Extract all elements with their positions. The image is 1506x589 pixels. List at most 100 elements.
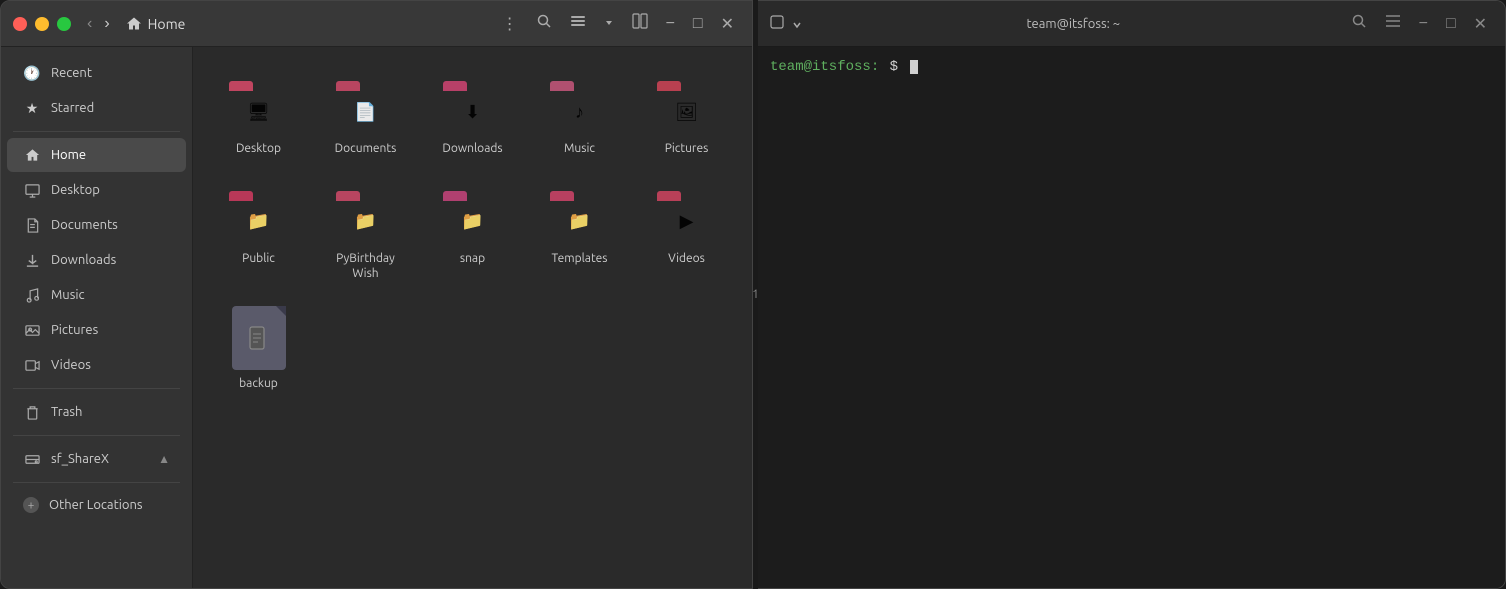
sidebar-item-recent[interactable]: 🕐 Recent xyxy=(7,56,186,90)
view-list-button[interactable] xyxy=(564,9,592,38)
documents-folder-icon: 📄 xyxy=(354,102,376,123)
search-button[interactable] xyxy=(530,9,558,38)
videos-nav-icon xyxy=(23,356,41,374)
file-manager-window: ‹ › Home ⋮ xyxy=(0,0,753,589)
sidebar-item-documents[interactable]: Documents xyxy=(7,208,186,242)
templates-folder-icon: 📁 xyxy=(568,211,590,232)
sidebar-label-trash: Trash xyxy=(51,405,82,419)
file-item-music[interactable]: ♪ Music xyxy=(530,63,629,165)
sidebar-label-recent: Recent xyxy=(51,66,92,80)
maximize-button[interactable] xyxy=(57,17,71,31)
sidebar-item-downloads[interactable]: Downloads xyxy=(7,243,186,277)
file-item-desktop[interactable]: 🖥 Desktop xyxy=(209,63,308,165)
file-item-snap[interactable]: 📁 snap xyxy=(423,173,522,290)
file-item-downloads[interactable]: ⬇ Downloads xyxy=(423,63,522,165)
file-item-public[interactable]: 📁 Public xyxy=(209,173,308,290)
snap-folder-icon: 📁 xyxy=(461,211,483,232)
sidebar-label-starred: Starred xyxy=(51,101,94,115)
nav-arrows: ‹ › xyxy=(83,13,114,35)
terminal-dollar: $ xyxy=(881,59,906,75)
file-item-pybirthday[interactable]: 📁 PyBirthdayWish xyxy=(316,173,415,290)
sidebar-item-sf-sharex[interactable]: sf_ShareX ▲ xyxy=(7,442,186,476)
file-item-videos[interactable]: ▶ Videos xyxy=(637,173,736,290)
chevron-down-icon xyxy=(604,18,614,28)
terminal-cursor xyxy=(910,60,918,74)
sidebar-label-other-locations: Other Locations xyxy=(49,498,143,512)
more-options-button[interactable]: ⋮ xyxy=(496,10,524,38)
desktop-folder-icon: 🖥 xyxy=(247,102,270,123)
pane-divider[interactable] xyxy=(753,0,758,589)
downloads-folder-icon: ⬇ xyxy=(465,102,480,123)
close-button[interactable] xyxy=(13,17,27,31)
file-label-snap: snap xyxy=(460,251,485,267)
search-icon xyxy=(536,13,552,29)
drive-nav-icon xyxy=(23,450,41,468)
trash-nav-icon xyxy=(23,403,41,421)
terminal-actions: − □ ✕ xyxy=(1345,9,1493,38)
window-title: Home xyxy=(126,16,186,32)
music-nav-icon xyxy=(23,286,41,304)
folder-icon-snap: 📁 xyxy=(441,181,505,245)
sidebar-item-other-locations[interactable]: + Other Locations xyxy=(7,489,186,521)
terminal-window: team@itsfoss: ~ − □ ✕ team@itsf xyxy=(758,0,1506,589)
folder-icon-documents: 📄 xyxy=(334,71,398,135)
file-label-backup: backup xyxy=(239,376,278,392)
file-item-templates[interactable]: 📁 Templates xyxy=(530,173,629,290)
terminal-search-icon xyxy=(1351,13,1367,29)
terminal-menu-button[interactable] xyxy=(1379,10,1407,37)
public-folder-icon: 📁 xyxy=(247,211,269,232)
forward-button[interactable]: › xyxy=(100,13,113,35)
hamburger-icon xyxy=(1385,14,1401,28)
chevron-down-icon xyxy=(792,21,802,29)
backup-file-icon xyxy=(232,306,286,370)
music-folder-icon: ♪ xyxy=(575,102,584,123)
split-view-icon xyxy=(632,13,648,29)
folder-icon-templates: 📁 xyxy=(548,181,612,245)
pybirthday-folder-icon: 📁 xyxy=(354,211,376,232)
titlebar-actions: ⋮ xyxy=(496,9,740,38)
sidebar-item-videos[interactable]: Videos xyxy=(7,348,186,382)
terminal-body[interactable]: team@itsfoss: $ xyxy=(758,47,1505,588)
file-label-music: Music xyxy=(564,141,595,157)
terminal-titlebar: team@itsfoss: ~ − □ ✕ xyxy=(758,1,1505,47)
file-item-backup[interactable]: backup xyxy=(209,298,308,400)
terminal-close-button[interactable]: ✕ xyxy=(1468,10,1493,38)
terminal-tab[interactable] xyxy=(770,15,784,32)
window-max-button[interactable]: □ xyxy=(687,11,709,37)
sidebar-label-desktop: Desktop xyxy=(51,183,100,197)
file-item-documents[interactable]: 📄 Documents xyxy=(316,63,415,165)
folder-icon-desktop: 🖥 xyxy=(227,71,291,135)
sidebar-item-trash[interactable]: Trash xyxy=(7,395,186,429)
folder-icon-pictures: 🖼 xyxy=(655,71,719,135)
window-min-button[interactable]: − xyxy=(660,11,681,37)
folder-icon-videos: ▶ xyxy=(655,181,719,245)
terminal-tab-dropdown[interactable] xyxy=(792,16,802,32)
terminal-min-button[interactable]: − xyxy=(1413,11,1434,37)
file-label-downloads: Downloads xyxy=(442,141,502,157)
file-grid: 🖥 Desktop 📄 Documents xyxy=(209,63,736,399)
back-button[interactable]: ‹ xyxy=(83,13,96,35)
home-nav-icon xyxy=(23,146,41,164)
view-split-button[interactable] xyxy=(626,9,654,38)
terminal-search-button[interactable] xyxy=(1345,9,1373,38)
file-item-pictures[interactable]: 🖼 Pictures xyxy=(637,63,736,165)
sidebar-item-home[interactable]: Home xyxy=(7,138,186,172)
documents-nav-icon xyxy=(23,216,41,234)
file-label-documents: Documents xyxy=(335,141,397,157)
sidebar-item-starred[interactable]: ★ Starred xyxy=(7,91,186,125)
view-toggle-button[interactable] xyxy=(598,11,620,37)
terminal-max-button[interactable]: □ xyxy=(1440,11,1462,37)
title-text: Home xyxy=(148,16,186,32)
pictures-folder-icon: 🖼 xyxy=(675,102,698,123)
sidebar-item-desktop[interactable]: Desktop xyxy=(7,173,186,207)
minimize-button[interactable] xyxy=(35,17,49,31)
sidebar-item-music[interactable]: Music xyxy=(7,278,186,312)
sidebar-label-downloads: Downloads xyxy=(51,253,116,267)
file-label-videos: Videos xyxy=(668,251,705,267)
eject-button[interactable]: ▲ xyxy=(158,452,170,466)
pictures-nav-icon xyxy=(23,321,41,339)
sidebar-label-music: Music xyxy=(51,288,85,302)
file-label-desktop: Desktop xyxy=(236,141,281,157)
sidebar-item-pictures[interactable]: Pictures xyxy=(7,313,186,347)
window-close-button[interactable]: ✕ xyxy=(715,10,740,38)
